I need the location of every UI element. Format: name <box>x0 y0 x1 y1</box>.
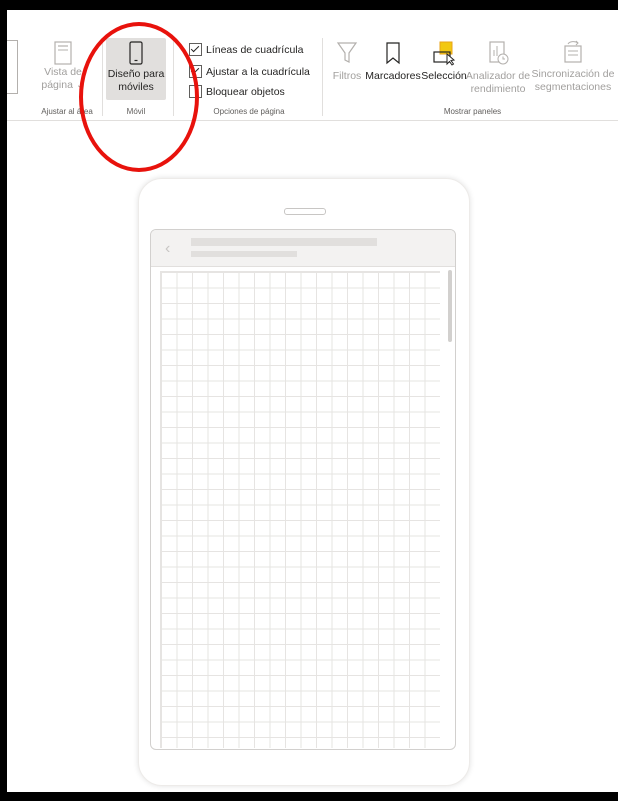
checkbox-box[interactable] <box>189 43 202 56</box>
lock-objects-checkbox[interactable]: Bloquear objetos <box>189 85 285 98</box>
mobile-layout-label-1: Diseño para <box>107 68 165 80</box>
group-label-show-panes: Mostrar paneles <box>443 107 502 116</box>
group-label-mobile: Móvil <box>126 107 146 116</box>
separator <box>102 38 103 116</box>
bookmark-icon <box>386 42 400 65</box>
performance-analyzer-icon <box>489 41 509 65</box>
mobile-header-bar: ‹ <box>151 230 455 267</box>
ribbon: Vista de página ⌄ Ajustar al área Diseño… <box>7 10 618 121</box>
layout-grid[interactable] <box>160 271 440 748</box>
filters-button[interactable]: Filtros <box>327 40 367 83</box>
snap-to-grid-label: Ajustar a la cuadrícula <box>206 65 310 78</box>
gridlines-label: Líneas de cuadrícula <box>206 43 304 56</box>
gridlines-checkbox[interactable]: Líneas de cuadrícula <box>189 43 303 56</box>
snap-to-grid-checkbox[interactable]: Ajustar a la cuadrícula <box>189 65 310 78</box>
sync-slicers-label-1: Sincronización de <box>531 68 615 80</box>
mobile-canvas[interactable]: ‹ <box>150 229 456 750</box>
title-placeholder <box>191 238 377 246</box>
lock-objects-label: Bloquear objetos <box>206 85 285 98</box>
scrollbar-thumb[interactable] <box>448 270 452 342</box>
performance-analyzer-button[interactable]: Analizador de rendimiento <box>465 40 531 96</box>
sync-slicers-icon <box>564 40 582 63</box>
group-label-page-options: Opciones de página <box>213 107 285 116</box>
page-view-button[interactable]: Vista de página ⌄ <box>37 40 89 92</box>
separator <box>173 38 174 116</box>
bookmarks-button[interactable]: Marcadores <box>363 40 423 83</box>
group-label-fit: Ajustar al área <box>41 107 93 116</box>
filters-label: Filtros <box>332 70 362 82</box>
filter-icon <box>336 42 358 63</box>
mobile-layout-button[interactable]: Diseño para móviles <box>106 38 166 100</box>
selection-pane-icon <box>433 41 456 66</box>
back-chevron-icon: ‹ <box>165 240 171 257</box>
checkbox-box[interactable] <box>189 65 202 78</box>
selection-button[interactable]: Selección <box>421 40 467 83</box>
checkbox-box[interactable] <box>189 85 202 98</box>
performance-analyzer-label-2: rendimiento <box>470 83 526 95</box>
phone-icon <box>129 41 143 65</box>
sync-slicers-label-2: segmentaciones <box>534 81 612 93</box>
page-view-label-2: página ⌄ <box>41 79 85 91</box>
app-window: Vista de página ⌄ Ajustar al área Diseño… <box>7 10 618 792</box>
fit-to-area-button[interactable] <box>7 40 18 94</box>
mobile-layout-label-2: móviles <box>118 81 154 93</box>
selection-label: Selección <box>421 70 467 82</box>
page-view-label-1: Vista de <box>44 66 82 78</box>
mobile-phone-frame: ‹ <box>138 178 470 786</box>
performance-analyzer-label-1: Analizador de <box>465 70 531 82</box>
page-view-icon <box>54 41 72 65</box>
separator <box>322 38 323 116</box>
subtitle-placeholder <box>191 251 297 257</box>
bookmarks-label: Marcadores <box>365 70 421 82</box>
phone-speaker <box>284 208 326 215</box>
sync-slicers-button[interactable]: Sincronización de segmentaciones <box>529 38 617 94</box>
